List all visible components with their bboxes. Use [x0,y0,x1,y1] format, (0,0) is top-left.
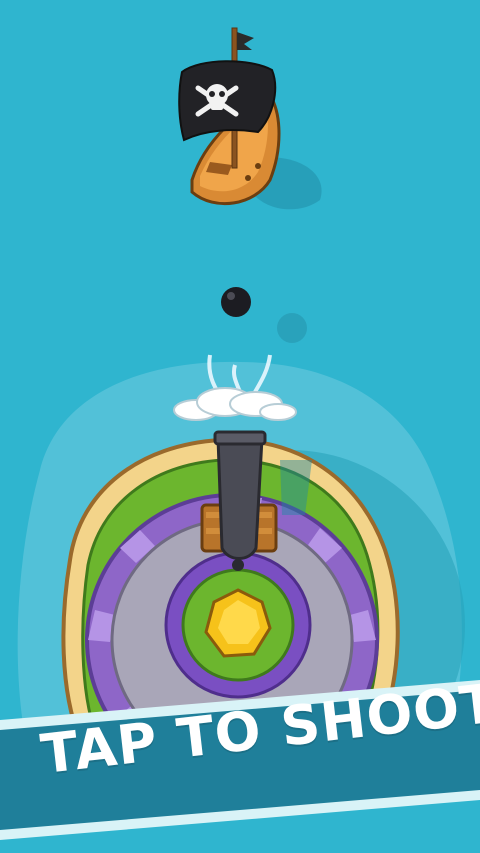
gold-gem [204,588,272,658]
